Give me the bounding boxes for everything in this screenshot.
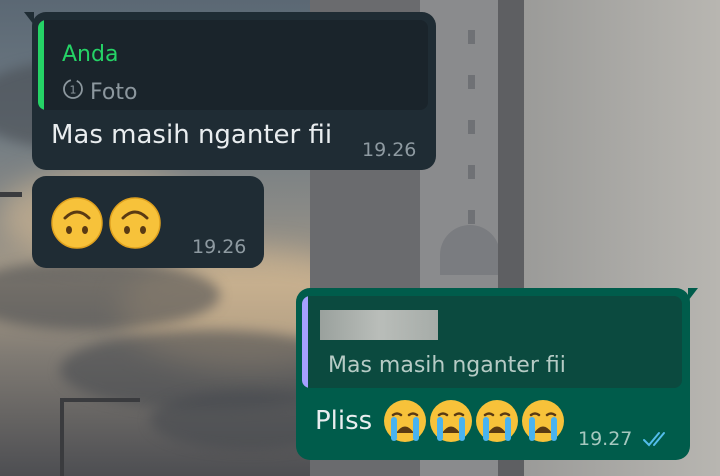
message-time: 19.26 <box>192 236 247 258</box>
reply-preview[interactable]: Anda 1 Foto <box>38 20 428 110</box>
crying-face-icon <box>382 398 428 448</box>
double-check-read-icon <box>642 429 672 453</box>
message-time: 19.27 <box>578 428 633 450</box>
incoming-message-bubble[interactable]: Anda 1 Foto Mas masih nganter fii 19.26 <box>24 12 436 170</box>
message-text: Pliss <box>315 406 373 436</box>
outgoing-message-bubble[interactable]: Mas masih nganter fii Pliss 19.27 <box>296 288 698 460</box>
reply-author: Anda <box>62 42 119 67</box>
view-once-icon: 1 <box>62 78 84 106</box>
incoming-emoji-bubble[interactable]: 19.26 <box>32 176 264 268</box>
redacted-reply-author <box>320 310 438 340</box>
crying-face-icon <box>474 398 520 448</box>
svg-text:1: 1 <box>70 84 77 97</box>
upside-down-face-icon <box>50 196 104 254</box>
upside-down-face-icon <box>108 196 162 254</box>
crying-face-icon <box>520 398 566 448</box>
reply-preview[interactable]: Mas masih nganter fii <box>302 296 682 388</box>
reply-text: Mas masih nganter fii <box>328 353 566 378</box>
message-text: Mas masih nganter fii <box>51 120 333 150</box>
reply-media-label: 1 Foto <box>62 78 137 106</box>
reply-label: Foto <box>90 79 138 105</box>
message-time: 19.26 <box>362 139 417 161</box>
bubble-tail <box>24 12 34 25</box>
crying-face-icon <box>428 398 474 448</box>
bubble-tail <box>688 288 698 301</box>
